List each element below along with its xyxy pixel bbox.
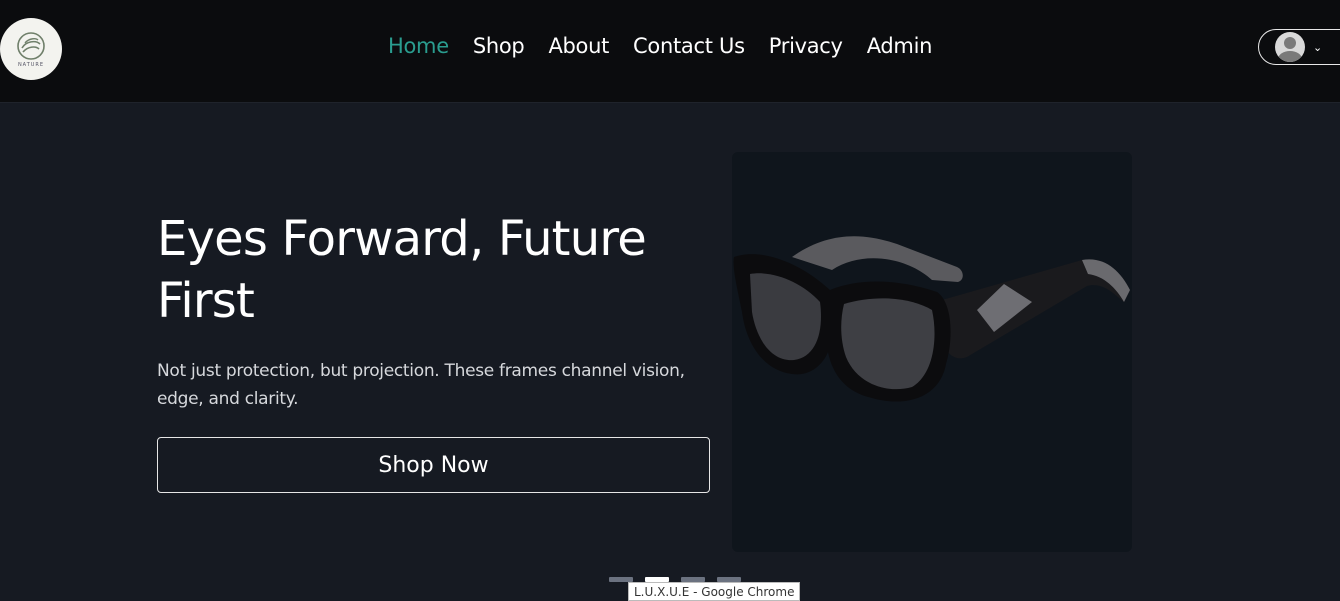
hero-subtitle: Not just protection, but projection. The… (157, 361, 685, 409)
nav-about[interactable]: About (548, 34, 609, 58)
user-avatar-icon (1275, 32, 1305, 62)
shop-now-button[interactable]: Shop Now (157, 437, 710, 493)
product-image-card (732, 152, 1132, 552)
nav-privacy[interactable]: Privacy (769, 34, 843, 58)
window-title-tooltip: L.U.X.U.E - Google Chrome (628, 582, 801, 601)
leaf-logo-icon (17, 31, 45, 60)
user-menu-button[interactable]: ⌄ (1258, 29, 1340, 65)
sunglasses-image (733, 236, 1130, 402)
chevron-down-icon: ⌄ (1313, 41, 1323, 54)
hero-title: Eyes Forward, Future First (157, 211, 647, 329)
navbar: NATURE Home Shop About Contact Us Privac… (0, 0, 1340, 103)
nav-contact-us[interactable]: Contact Us (633, 34, 745, 58)
nav-home[interactable]: Home (388, 34, 449, 58)
brand-logo[interactable]: NATURE (0, 18, 62, 80)
nav-shop[interactable]: Shop (473, 34, 525, 58)
brand-logo-text: NATURE (17, 61, 45, 68)
main-nav: Home Shop About Contact Us Privacy Admin (388, 34, 956, 58)
nav-admin[interactable]: Admin (867, 34, 933, 58)
